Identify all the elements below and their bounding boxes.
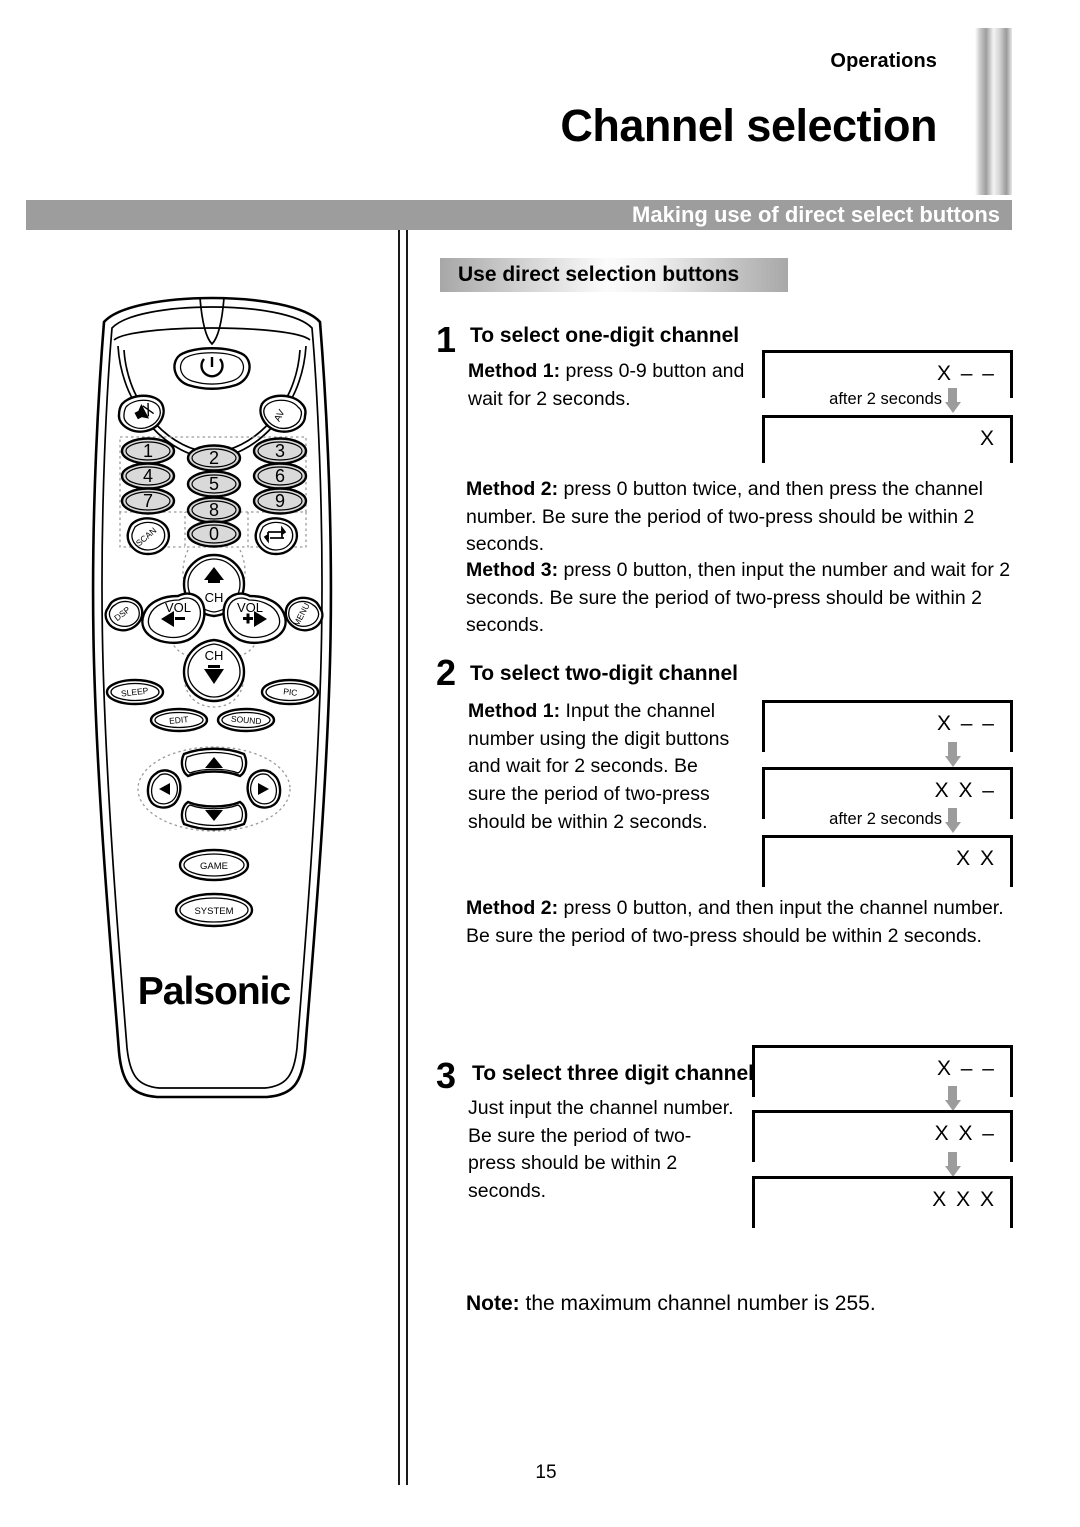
step-number-1: 1 (436, 319, 457, 360)
dpad-down-button (180, 800, 248, 831)
svg-text:SYSTEM: SYSTEM (194, 906, 233, 917)
subsection-header-label: Use direct selection buttons (458, 263, 740, 286)
sleep-button: SLEEP (105, 678, 165, 706)
arrow-label-1: after 2 seconds (829, 390, 942, 408)
flow-arrow-1-head (944, 402, 961, 413)
tv-screen-1b-value: X (979, 427, 996, 450)
column-divider-right (406, 230, 408, 1485)
section-band: Making use of direct select buttons (26, 200, 1012, 230)
step-1-method-2: Method 2: press 0 button twice, and then… (466, 476, 1026, 559)
game-button: GAME (178, 848, 250, 882)
method-1-label: Method 1: (468, 360, 561, 382)
power-button (173, 347, 251, 390)
method-2-label: Method 2: (466, 897, 559, 919)
svg-text:4: 4 (143, 466, 153, 486)
mute-button (117, 394, 165, 433)
tv-screen-3a-value: X – – (936, 1057, 996, 1080)
tv-screen-1b: X (762, 415, 1013, 463)
av-button: AV (259, 394, 307, 433)
remote-brand-label: Palsonic (138, 970, 291, 1013)
svg-text:2: 2 (209, 448, 219, 468)
svg-text:9: 9 (275, 491, 285, 511)
note-text: the maximum channel number is 255. (519, 1292, 876, 1315)
svg-text:CH: CH (205, 590, 224, 605)
svg-text:5: 5 (209, 474, 219, 494)
subsection-header: Use direct selection buttons (440, 258, 788, 292)
step-title-3: To select three digit channel (472, 1062, 755, 1085)
tv-screen-3c: X X X (752, 1176, 1013, 1228)
dsp-button: DSP (104, 596, 144, 632)
step-1-method-3: Method 3: press 0 button, then input the… (466, 557, 1026, 640)
page-footer: 15 (0, 1462, 1080, 1484)
step-title-2: To select two-digit channel (470, 662, 738, 685)
svg-text:CH: CH (205, 648, 224, 663)
step-title-1: To select one-digit channel (470, 324, 740, 347)
svg-text:EDIT: EDIT (169, 714, 189, 726)
recall-button (254, 517, 299, 556)
dpad-up-button (180, 747, 248, 778)
remote-control-illustration: .body { fill:#fff; stroke:#000; stroke-w… (62, 262, 362, 1107)
tv-screen-2c: X X (762, 835, 1013, 887)
edit-button: EDIT (149, 707, 209, 733)
menu-button: MENU (284, 596, 324, 632)
manual-page: Operations Channel selection Making use … (0, 0, 1080, 1527)
step-number-2: 2 (436, 652, 457, 693)
svg-text:8: 8 (209, 500, 219, 520)
step-2-method-1: Method 1: Input the channel number using… (468, 698, 736, 836)
channel-down-button: CH (182, 638, 246, 703)
method-1-label: Method 1: (468, 700, 561, 722)
step-number-3: 3 (436, 1055, 457, 1096)
tv-screen-2a-value: X – – (936, 712, 996, 735)
section-band-label: Making use of direct select buttons (632, 202, 1000, 227)
flow-arrow-2b-head (944, 822, 961, 833)
arrow-label-2: after 2 seconds (829, 810, 942, 828)
scan-button: SCAN (126, 517, 171, 556)
section-eyebrow: Operations (830, 50, 937, 72)
page-number: 15 (535, 1462, 557, 1483)
column-divider-left (398, 230, 400, 1485)
svg-text:3: 3 (275, 441, 285, 461)
tv-screen-1a-value: X – – (936, 362, 996, 385)
step-1-method-1: Method 1: press 0-9 button and wait for … (468, 358, 756, 413)
tv-screen-2b-value: X X – (934, 779, 996, 802)
pic-button: PIC (260, 678, 320, 706)
method-3-label: Method 3: (466, 559, 559, 581)
step-3-body: Just input the channel number. Be sure t… (468, 1097, 734, 1203)
svg-text:GAME: GAME (200, 861, 228, 872)
sound-button: SOUND (216, 707, 276, 733)
svg-text:VOL: VOL (237, 600, 263, 615)
svg-text:0: 0 (209, 524, 219, 544)
dpad-right-button (246, 769, 282, 809)
decorative-silver-bar (975, 28, 1012, 195)
tv-screen-3c-value: X X X (932, 1188, 996, 1211)
page-title: Channel selection (560, 100, 937, 151)
svg-text:PIC: PIC (283, 686, 298, 698)
svg-text:7: 7 (143, 491, 153, 511)
note-line: Note: the maximum channel number is 255. (466, 1292, 876, 1316)
tv-screen-3b: X X – (752, 1110, 1013, 1162)
tv-screen-2a: X – – (762, 700, 1013, 752)
dpad-left-button (146, 769, 182, 809)
note-label: Note: (466, 1292, 520, 1315)
svg-text:6: 6 (275, 466, 285, 486)
svg-text:1: 1 (143, 441, 153, 461)
system-button: SYSTEM (174, 892, 254, 928)
step-2-method-2: Method 2: press 0 button, and then input… (466, 895, 1026, 950)
method-2-label: Method 2: (466, 478, 559, 500)
tv-screen-2c-value: X X (956, 847, 996, 870)
tv-screen-3b-value: X X – (934, 1122, 996, 1145)
flow-arrow-2a-head (944, 756, 961, 767)
tv-screen-3a: X – – (752, 1045, 1013, 1097)
svg-text:VOL: VOL (165, 600, 191, 615)
